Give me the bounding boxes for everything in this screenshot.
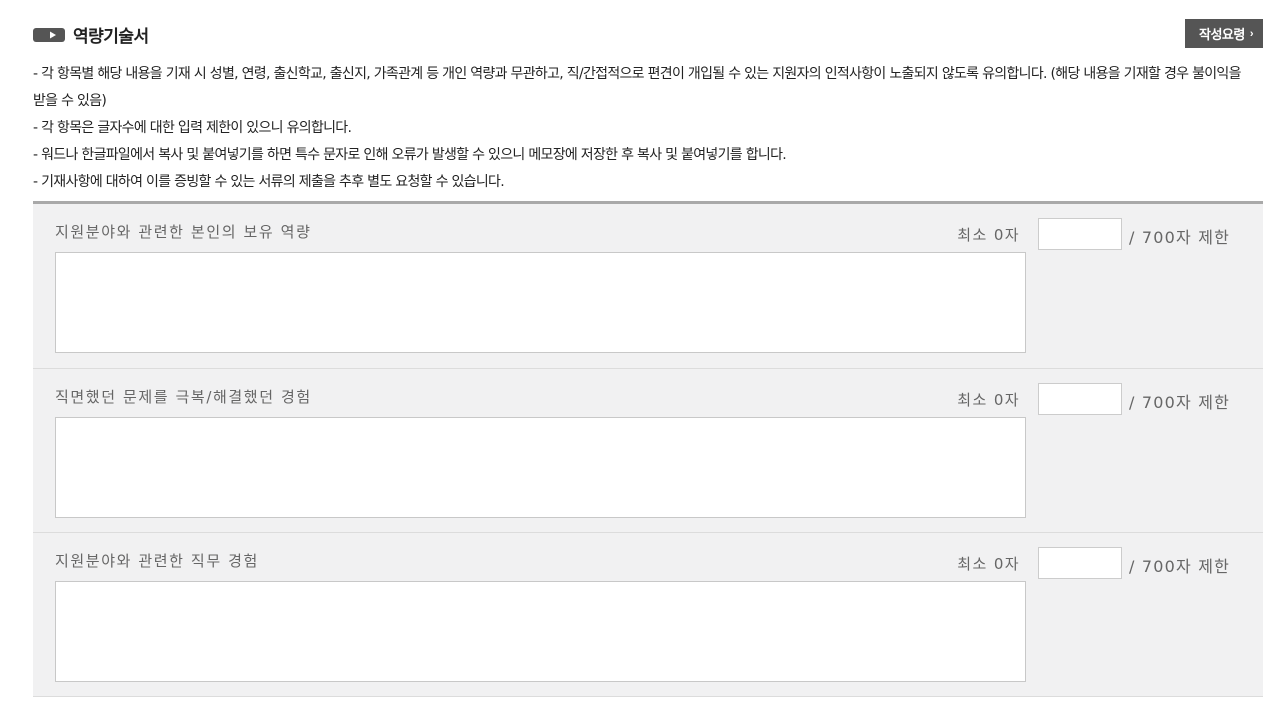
writing-guide-button[interactable]: 작성요령 ›: [1184, 19, 1263, 48]
question-section-3: 지원분야와 관련한 직무 경험 최소 0자 / 700자 제한: [33, 533, 1263, 697]
page-title: 역량기술서: [73, 27, 149, 47]
max-length-label: / 700자 제한: [1129, 557, 1231, 576]
answer-textarea[interactable]: [55, 417, 1026, 518]
writing-guide-label: 작성요령: [1198, 27, 1245, 42]
question-label: 직면했던 문제를 극복/해결했던 경험: [55, 388, 312, 406]
chevron-right-icon: ›: [1249, 27, 1254, 40]
question-section-1: 지원분야와 관련한 본인의 보유 역량 최소 0자 / 700자 제한: [33, 201, 1263, 369]
question-section-2: 직면했던 문제를 극복/해결했던 경험 최소 0자 / 700자 제한: [33, 369, 1263, 533]
arrow-bullet-icon: [33, 27, 65, 42]
max-length-label: / 700자 제한: [1129, 393, 1231, 412]
min-length-label: 최소 0자: [957, 226, 1020, 244]
question-label: 지원분야와 관련한 본인의 보유 역량: [55, 223, 312, 241]
min-length-label: 최소 0자: [957, 391, 1020, 409]
notice-item: - 각 항목별 해당 내용을 기재 시 성별, 연령, 출신학교, 출신지, 가…: [33, 66, 1241, 109]
char-count-field[interactable]: [1038, 218, 1122, 250]
answer-textarea[interactable]: [55, 252, 1026, 353]
notice-item: - 각 항목은 글자수에 대한 입력 제한이 있으니 유의합니다.: [33, 120, 352, 136]
notice-list: - 각 항목별 해당 내용을 기재 시 성별, 연령, 출신학교, 출신지, 가…: [33, 61, 1263, 196]
answer-textarea[interactable]: [55, 581, 1026, 682]
notice-item: - 기재사항에 대하여 이를 증빙할 수 있는 서류의 제출을 추후 별도 요청…: [33, 174, 505, 190]
title-wrap: 역량기술서: [33, 22, 149, 47]
min-length-label: 최소 0자: [957, 555, 1020, 573]
char-count-field[interactable]: [1038, 547, 1122, 579]
notice-item: - 워드나 한글파일에서 복사 및 붙여넣기를 하면 특수 문자로 인해 오류가…: [33, 147, 787, 163]
section-header: 역량기술서 작성요령 ›: [33, 18, 1263, 50]
question-label: 지원분야와 관련한 직무 경험: [55, 552, 259, 570]
char-count-field[interactable]: [1038, 383, 1122, 415]
max-length-label: / 700자 제한: [1129, 228, 1231, 247]
